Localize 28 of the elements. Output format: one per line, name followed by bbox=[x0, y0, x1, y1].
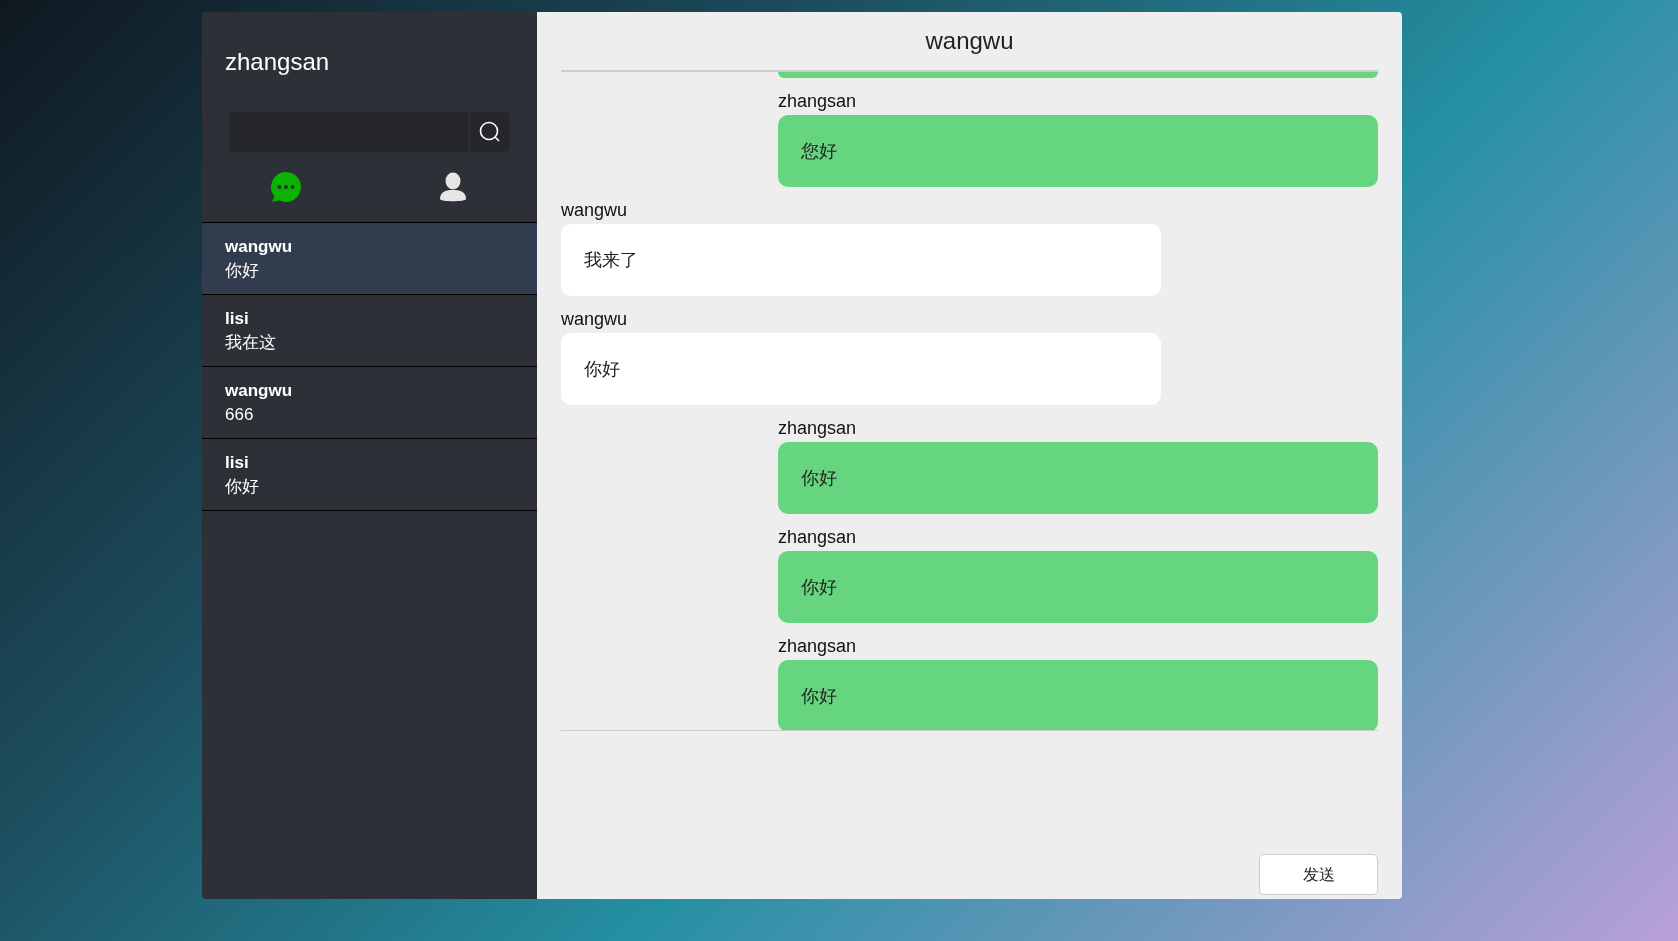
message-bubble: 我来了 bbox=[561, 224, 1161, 296]
chat-bubble-icon bbox=[269, 171, 302, 203]
message-bubble: 你好 bbox=[561, 333, 1161, 405]
contact-name: wangwu bbox=[225, 379, 294, 402]
message-bubble: 你好 bbox=[778, 442, 1378, 514]
person-icon bbox=[439, 172, 468, 202]
sender-name: zhangsan bbox=[778, 635, 857, 658]
contact-name: lisi bbox=[225, 451, 250, 474]
message-bubble: 你好 bbox=[778, 660, 1378, 730]
sender-name: zhangsan bbox=[778, 90, 857, 113]
chat-title: wangwu bbox=[925, 26, 1014, 56]
send-button[interactable]: 发送 bbox=[1259, 854, 1378, 895]
sender-name: wangwu bbox=[561, 308, 628, 331]
message-bubble: 您好 bbox=[778, 115, 1378, 187]
search-icon bbox=[479, 121, 501, 143]
last-message: 我在这 bbox=[225, 331, 277, 354]
contact-name: wangwu bbox=[225, 235, 294, 258]
message-bubble: 你好 bbox=[778, 551, 1378, 623]
conversation-item[interactable]: wangwu 你好 bbox=[202, 223, 537, 295]
sender-name: wangwu bbox=[561, 199, 628, 222]
username: zhangsan bbox=[225, 48, 330, 75]
last-message: 666 bbox=[225, 403, 255, 426]
last-message: 你好 bbox=[225, 259, 260, 282]
contact-name: lisi bbox=[225, 307, 250, 330]
last-message: 你好 bbox=[225, 475, 260, 498]
sender-name: zhangsan bbox=[778, 526, 857, 549]
search-button[interactable] bbox=[470, 112, 510, 152]
sender-name: zhangsan bbox=[778, 417, 857, 440]
